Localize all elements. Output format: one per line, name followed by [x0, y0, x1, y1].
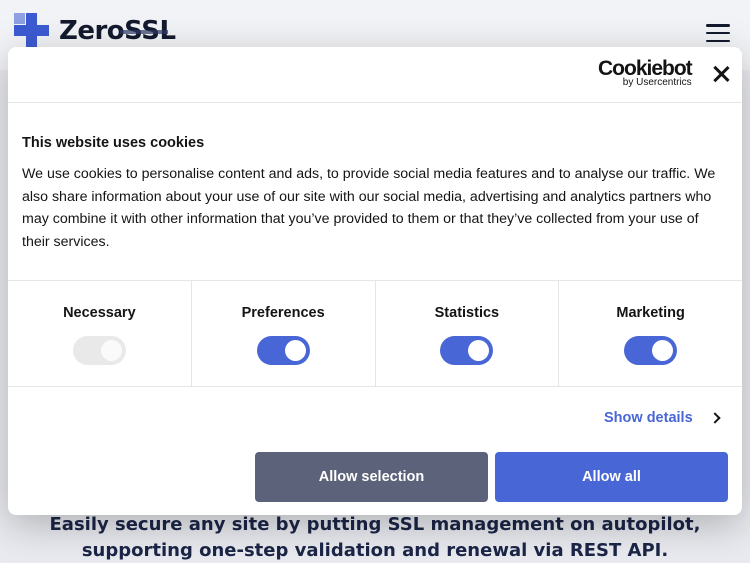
logo-subtext-mark — [120, 30, 168, 34]
logo-cross-icon — [14, 13, 49, 48]
preferences-toggle[interactable] — [256, 336, 310, 365]
consent-label: Marketing — [616, 305, 685, 321]
consent-label: Necessary — [63, 305, 136, 321]
close-icon[interactable] — [713, 66, 729, 82]
allow-all-button[interactable]: Allow all — [495, 452, 728, 502]
consent-label: Statistics — [434, 305, 500, 321]
consent-categories: Necessary Preferences Statistics Marketi… — [8, 280, 742, 387]
hero-tagline: Easily secure any site by putting SSL ma… — [0, 512, 750, 563]
hero-line-1: Easily secure any site by putting SSL ma… — [49, 514, 701, 535]
brand-name: Cookiebot — [598, 57, 693, 80]
allow-selection-button[interactable]: Allow selection — [255, 452, 488, 502]
dialog-description: We use cookies to personalise content an… — [22, 166, 716, 250]
marketing-toggle[interactable] — [624, 336, 678, 365]
hamburger-icon[interactable] — [706, 24, 730, 42]
consent-label: Preferences — [241, 305, 325, 321]
consent-marketing: Marketing — [559, 281, 742, 386]
dialog-title: This website uses cookies — [22, 135, 205, 151]
show-details-label: Show details — [604, 410, 693, 426]
cookiebot-logo: Cookiebot by Usercentrics — [598, 57, 693, 88]
statistics-toggle[interactable] — [440, 336, 494, 365]
dialog-body: This website uses cookies We use cookies… — [8, 103, 742, 253]
consent-statistics: Statistics — [376, 281, 560, 386]
hero-line-2: supporting one-step validation and renew… — [81, 540, 669, 561]
show-details-link[interactable]: Show details — [604, 410, 721, 426]
chevron-right-icon — [708, 412, 721, 424]
consent-necessary: Necessary — [8, 281, 192, 386]
consent-preferences: Preferences — [192, 281, 376, 386]
dialog-header: Cookiebot by Usercentrics — [8, 47, 742, 103]
cookie-consent-dialog: Cookiebot by Usercentrics This website u… — [8, 47, 742, 515]
necessary-toggle — [72, 336, 126, 365]
